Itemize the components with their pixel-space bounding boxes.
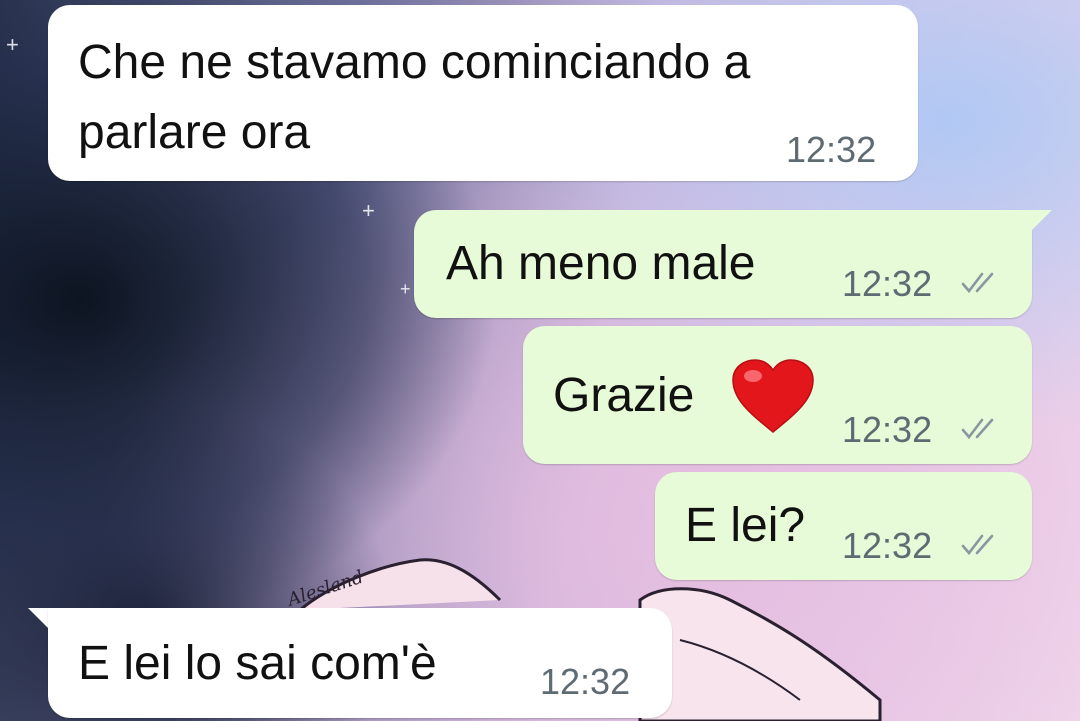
message-timestamp: 12:32 [842,525,933,566]
message-bubble-incoming[interactable]: Che ne stavamo cominciando a parlare ora… [48,5,918,181]
sparkle-icon: + [362,198,375,223]
message-bubble-outgoing[interactable]: Ah meno male 12:32 [414,210,1032,318]
message-timestamp: 12:32 [842,263,933,304]
message-text: Grazie [553,369,695,422]
message-bubble-outgoing[interactable]: Grazie 12:32 [523,326,1032,464]
message-bubble-outgoing[interactable]: E lei? 12:32 [655,472,1032,580]
message-bubble-incoming[interactable]: E lei lo sai com'è 12:32 [48,608,672,718]
message-timestamp: 12:32 [842,409,933,450]
message-text: Ah meno male [446,237,756,290]
message-timestamp: 12:32 [540,661,631,702]
red-heart-icon [732,359,814,433]
message-text: Che ne stavamo cominciando a [78,36,751,89]
message-text: parlare ora [78,106,311,159]
message-text: E lei? [685,499,806,552]
sparkle-icon: + [6,32,19,57]
message-text: E lei lo sai com'è [78,637,437,690]
watermark-signature: Alesland [283,567,366,612]
double-check-icon [961,272,994,294]
sparkle-icon: + [400,279,411,299]
double-check-icon [961,534,994,556]
message-timestamp: 12:32 [786,129,877,170]
double-check-icon [961,418,994,440]
bubble-tail [1030,210,1052,232]
